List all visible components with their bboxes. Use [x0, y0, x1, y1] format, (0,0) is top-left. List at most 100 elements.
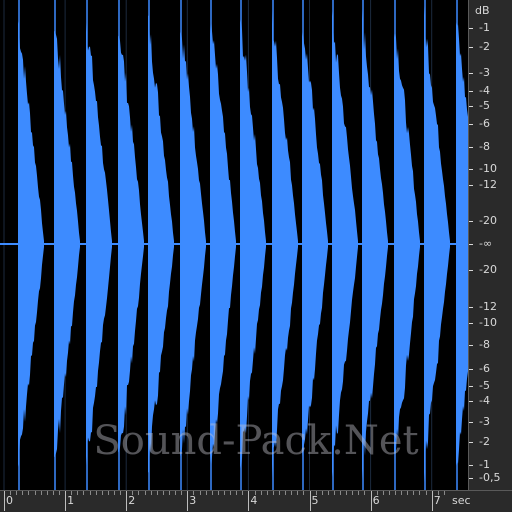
time-minor-tick	[315, 491, 317, 495]
time-minor-tick	[395, 491, 397, 495]
time-major-tick	[65, 491, 67, 511]
time-major-tick	[309, 491, 311, 511]
db-tick-label: -10	[479, 316, 497, 329]
time-minor-tick	[364, 491, 366, 495]
waveform-hit	[180, 29, 206, 459]
db-tick-label: -6	[479, 362, 490, 375]
waveform-hit	[456, 22, 468, 466]
waveform-hit	[332, 11, 358, 477]
db-tick-label: -3	[479, 415, 490, 428]
db-tick-mark	[469, 442, 473, 443]
time-minor-tick	[156, 491, 158, 495]
db-tick-mark	[469, 422, 473, 423]
db-tick-mark	[469, 270, 473, 271]
time-minor-tick	[413, 491, 415, 495]
time-minor-tick	[199, 491, 201, 495]
time-minor-tick	[266, 491, 268, 495]
time-minor-tick	[407, 491, 409, 495]
time-minor-tick	[89, 491, 91, 495]
time-tick-label: 2	[128, 494, 136, 507]
db-tick-mark	[469, 244, 473, 245]
time-minor-tick	[58, 491, 60, 495]
time-minor-tick	[22, 491, 24, 495]
time-minor-tick	[358, 491, 360, 495]
audio-editor-view: dB -1 -2 -3 -4 -5 -6 -8 -10 -12 -20 -∞ -20 -12 -10 -8-…	[0, 0, 512, 512]
db-tick-mark	[469, 345, 473, 346]
time-major-tick	[248, 491, 250, 511]
db-tick-label: -4	[479, 84, 490, 97]
db-tick-label: -12	[479, 178, 497, 191]
waveform-hit	[240, 16, 266, 472]
time-minor-tick	[40, 491, 42, 495]
time-minor-tick	[162, 491, 164, 495]
db-tick-mark	[469, 28, 473, 29]
time-minor-tick	[175, 491, 177, 495]
time-minor-tick	[382, 491, 384, 495]
time-minor-tick	[52, 491, 54, 495]
db-tick-mark	[469, 465, 473, 466]
time-minor-tick	[168, 491, 170, 495]
db-tick-mark	[469, 401, 473, 402]
time-tick-label: 0	[6, 494, 13, 507]
time-minor-tick	[437, 491, 439, 495]
time-tick-label: 6	[372, 494, 380, 507]
time-minor-tick	[340, 491, 342, 495]
time-minor-tick	[132, 491, 134, 495]
db-tick-label: -6	[479, 117, 490, 130]
time-minor-tick	[242, 491, 244, 495]
time-minor-tick	[401, 491, 403, 495]
db-tick-mark	[469, 106, 473, 107]
time-minor-tick	[303, 491, 305, 495]
time-minor-tick	[10, 491, 12, 495]
db-tick-label: -0,5	[479, 471, 501, 484]
db-tick-mark	[469, 386, 473, 387]
db-ruler: dB -1 -2 -3 -4 -5 -6 -8 -10 -12 -20 -∞ -20 -12 -10 -8 -…	[468, 0, 512, 490]
waveform-hit	[118, 34, 144, 454]
time-minor-tick	[144, 491, 146, 495]
db-tick-mark	[469, 169, 473, 170]
time-major-tick	[4, 491, 5, 511]
db-tick-mark	[469, 147, 473, 148]
time-tick-label: 3	[189, 494, 197, 507]
waveform-hit	[18, 21, 44, 467]
waveform-hit	[302, 27, 328, 461]
waveform-display[interactable]	[0, 0, 468, 490]
time-minor-tick	[352, 491, 354, 495]
db-tick-mark	[469, 221, 473, 222]
time-minor-tick	[223, 491, 225, 495]
time-minor-tick	[71, 491, 73, 495]
time-minor-tick	[254, 491, 256, 495]
time-minor-tick	[83, 491, 85, 495]
db-tick-label: -10	[479, 162, 497, 175]
db-tick-mark	[469, 323, 473, 324]
time-minor-tick	[46, 491, 48, 495]
time-tick-label: 1	[67, 494, 75, 507]
time-minor-tick	[272, 491, 274, 495]
db-tick-label: -2	[479, 435, 490, 448]
db-unit-label: dB	[475, 4, 490, 17]
time-minor-tick	[425, 491, 427, 495]
db-tick-label: -20	[479, 214, 497, 227]
db-tick-label: -12	[479, 300, 497, 313]
time-minor-tick	[419, 491, 421, 495]
time-major-tick	[431, 491, 433, 511]
db-tick-label: -5	[479, 99, 490, 112]
time-minor-tick	[346, 491, 348, 495]
time-minor-tick	[327, 491, 329, 495]
db-tick-label: -8	[479, 338, 490, 351]
time-minor-tick	[34, 491, 36, 495]
db-tick-label: -5	[479, 379, 490, 392]
time-minor-tick	[193, 491, 195, 495]
db-tick-mark	[469, 91, 473, 92]
db-tick-label: -∞	[479, 237, 493, 250]
time-minor-tick	[321, 491, 323, 495]
db-tick-label: -8	[479, 140, 490, 153]
time-major-tick	[126, 491, 128, 511]
time-major-tick	[187, 491, 189, 511]
time-minor-tick	[230, 491, 232, 495]
time-minor-tick	[291, 491, 293, 495]
time-ruler[interactable]: 0 1 2 3 4 5 6 7 sec	[0, 490, 512, 512]
time-minor-tick	[205, 491, 207, 495]
waveform-hit	[54, 31, 80, 457]
time-minor-tick	[278, 491, 280, 495]
